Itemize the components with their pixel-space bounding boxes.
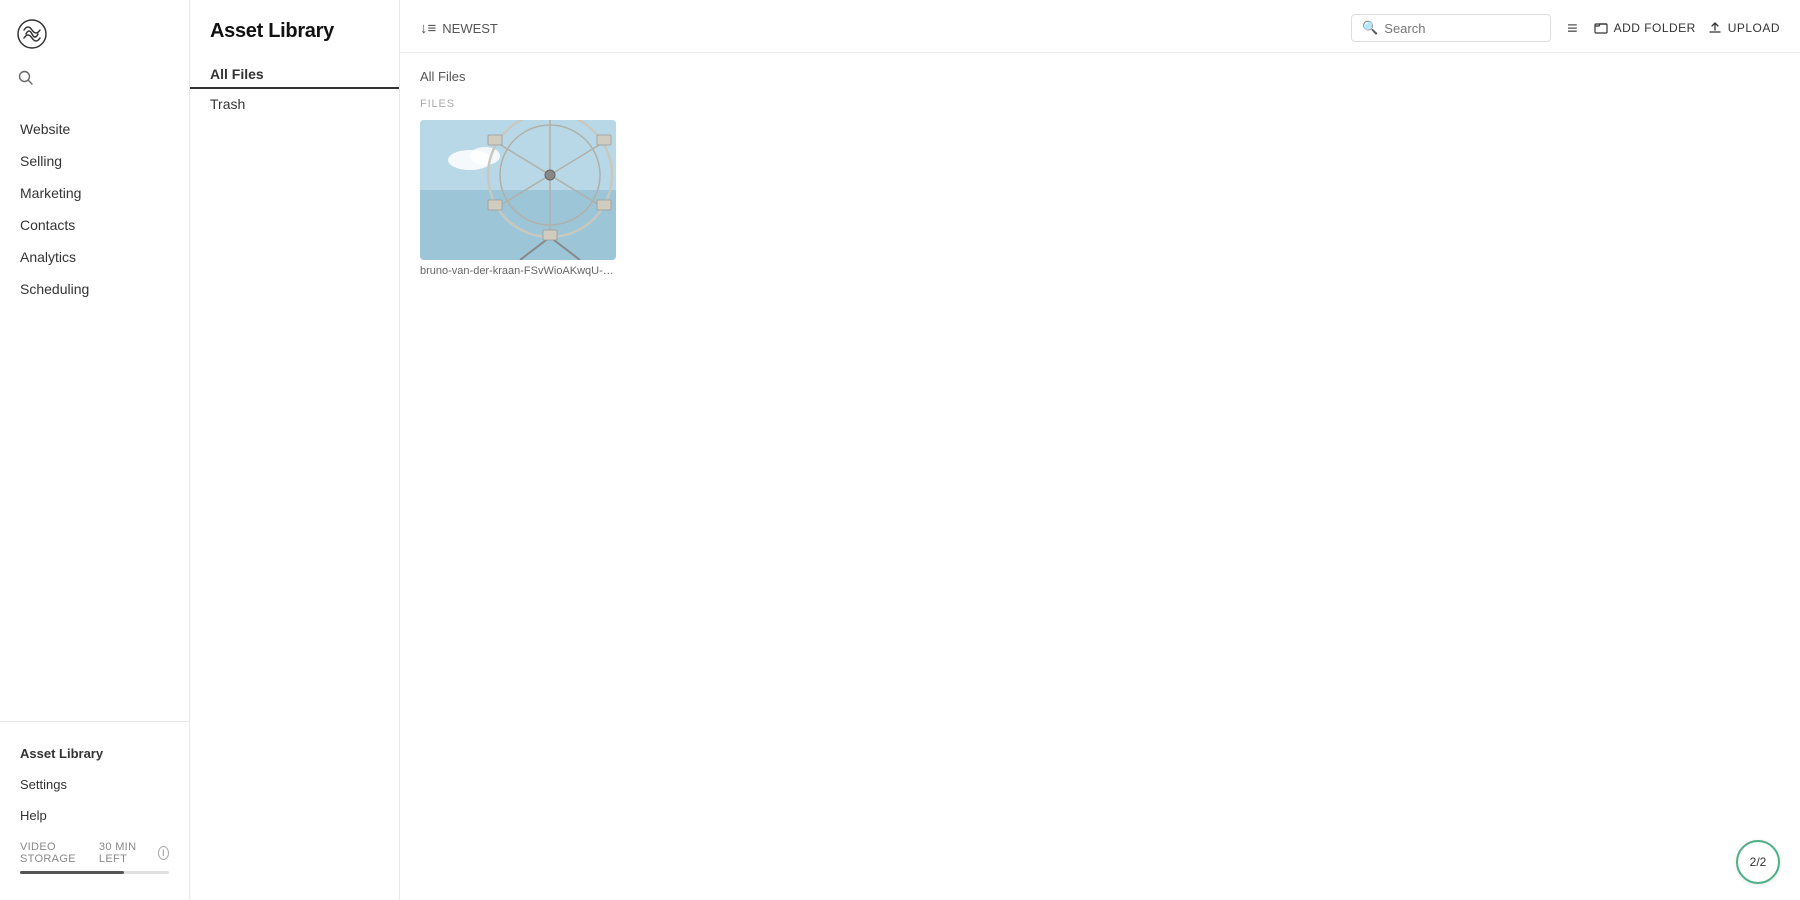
sort-button[interactable]: ↓≡ NEWEST bbox=[420, 20, 498, 37]
sidebar-item-asset-library[interactable]: Asset Library bbox=[0, 738, 189, 769]
sidebar-item-contacts[interactable]: Contacts bbox=[0, 209, 189, 241]
storage-info-icon[interactable]: i bbox=[158, 846, 169, 860]
files-section-label: FILES bbox=[420, 98, 1780, 110]
search-icon-small: 🔍 bbox=[1362, 20, 1378, 36]
search-box: 🔍 bbox=[1351, 14, 1551, 42]
sidebar-search-area bbox=[0, 64, 189, 105]
sidebar-item-settings[interactable]: Settings bbox=[0, 769, 189, 800]
add-folder-icon bbox=[1594, 21, 1608, 35]
list-item[interactable]: bruno-van-der-kraan-FSvWioAKwqU-unsplas.… bbox=[420, 120, 616, 277]
folder-nav-all-files[interactable]: All Files bbox=[190, 59, 399, 89]
main-content: ↓≡ NEWEST 🔍 ≡ ADD FOLDER UPLO bbox=[400, 0, 1800, 900]
file-thumbnail bbox=[420, 120, 616, 260]
upload-icon bbox=[1708, 21, 1722, 35]
sidebar-item-website[interactable]: Website bbox=[0, 113, 189, 145]
search-input[interactable] bbox=[1384, 21, 1540, 36]
view-toggle-button[interactable]: ≡ bbox=[1563, 16, 1582, 41]
files-grid: bruno-van-der-kraan-FSvWioAKwqU-unsplas.… bbox=[420, 120, 1780, 277]
breadcrumb: All Files bbox=[420, 69, 1780, 84]
top-action-bar: ↓≡ NEWEST 🔍 ≡ ADD FOLDER UPLO bbox=[400, 0, 1800, 53]
ferris-wheel-image bbox=[420, 120, 616, 260]
search-icon bbox=[18, 70, 34, 86]
main-area: All Files FILES bbox=[400, 53, 1800, 900]
logo-area bbox=[0, 0, 189, 64]
sidebar-item-selling[interactable]: Selling bbox=[0, 145, 189, 177]
add-folder-button[interactable]: ADD FOLDER bbox=[1594, 21, 1696, 35]
sidebar-item-analytics[interactable]: Analytics bbox=[0, 241, 189, 273]
upload-button[interactable]: UPLOAD bbox=[1708, 21, 1780, 35]
sidebar-bottom: Asset Library Settings Help VIDEO STORAG… bbox=[0, 721, 189, 900]
version-badge[interactable]: 2/2 bbox=[1736, 840, 1780, 884]
folder-nav-trash[interactable]: Trash bbox=[190, 89, 399, 119]
toolbar-right: 🔍 ≡ ADD FOLDER UPLOAD bbox=[1351, 14, 1780, 42]
sort-icon: ↓≡ bbox=[420, 20, 436, 37]
sidebar-item-marketing[interactable]: Marketing bbox=[0, 177, 189, 209]
main-nav: Website Selling Marketing Contacts Analy… bbox=[0, 105, 189, 721]
squarespace-logo bbox=[16, 18, 48, 50]
folder-panel: Asset Library All Files Trash bbox=[190, 0, 400, 900]
sidebar-item-scheduling[interactable]: Scheduling bbox=[0, 273, 189, 305]
folder-panel-title: Asset Library bbox=[190, 0, 399, 55]
search-button[interactable] bbox=[16, 68, 36, 91]
storage-bar bbox=[20, 871, 169, 874]
sidebar-item-help[interactable]: Help bbox=[0, 800, 189, 831]
video-storage-section: VIDEO STORAGE 30 MIN LEFT i bbox=[0, 831, 189, 880]
video-storage-label: VIDEO STORAGE 30 MIN LEFT i bbox=[20, 841, 169, 865]
file-name: bruno-van-der-kraan-FSvWioAKwqU-unsplas.… bbox=[420, 265, 616, 277]
sidebar: Website Selling Marketing Contacts Analy… bbox=[0, 0, 190, 900]
storage-bar-fill bbox=[20, 871, 124, 874]
folder-nav: All Files Trash bbox=[190, 55, 399, 123]
